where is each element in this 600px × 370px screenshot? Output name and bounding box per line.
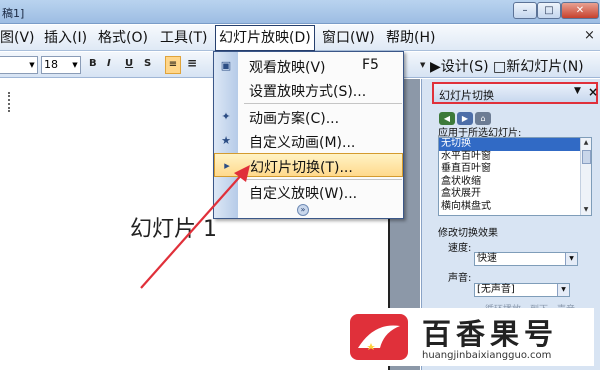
menu-tools[interactable]: 工具(T) [160,25,207,51]
list-item[interactable]: 盒状收缩 [439,176,591,189]
menu-item-view-show[interactable]: ▣ 观看放映(V) F5 [214,54,403,78]
italic-button[interactable]: I [107,58,111,69]
title-bar: 稿1] – □ ✕ [0,0,600,24]
align-center-icon[interactable]: ≡ [187,56,197,70]
menu-format[interactable]: 格式(O) [98,25,148,51]
menu-item-label: 观看放映(V) [249,60,326,76]
expand-menu-icon[interactable]: » [297,204,309,216]
sound-label: 声音: [448,273,472,284]
modify-label: 修改切换效果 [438,228,498,239]
slide-title-text[interactable]: 幻灯片 1 [130,211,217,243]
chevron-down-icon[interactable]: ▼ [70,57,80,73]
watermark: 百香果号 huangjinbaixiangguo.com [346,308,594,366]
menu-item-animation-schemes[interactable]: ✦ 动画方案(C)... [214,105,403,129]
brand-name: 百香果号 [422,317,559,351]
menu-item-label: 自定义动画(M)... [249,135,356,151]
close-document-icon[interactable]: × [584,28,595,43]
list-item[interactable]: 水平百叶窗 [439,151,591,164]
maximize-button[interactable]: □ [537,2,561,19]
menu-item-label: 设置放映方式(S)... [249,84,367,100]
sound-value: [无声音] [477,284,515,295]
menu-separator [244,103,402,104]
design-button[interactable]: ▶设计(S) [430,56,489,76]
custom-animation-icon: ★ [221,134,231,147]
animation-scheme-icon: ✦ [221,110,231,123]
bold-button[interactable]: B [89,58,97,69]
list-item[interactable]: 横向棋盘式 [439,201,591,214]
align-left-button[interactable]: ≡ [165,56,181,74]
list-item[interactable]: 盒状展开 [439,188,591,201]
app-window: 稿1] – □ ✕ 图(V) 插入(I) 格式(O) 工具(T) 幻灯片放映(D… [0,0,600,370]
toolbar-options-icon[interactable]: ▼ [420,61,425,69]
menu-item-label: 幻灯片切换(T)... [250,160,353,176]
design-label: 设计(S) [440,59,489,75]
menu-insert[interactable]: 插入(I) [44,25,87,51]
slideshow-icon: ▣ [220,59,232,72]
new-slide-label: 新幻灯片(N) [506,59,584,75]
list-item[interactable]: 无切换 [439,138,591,151]
menu-slideshow[interactable]: 幻灯片放映(D) [215,25,315,51]
task-pane-header: 幻灯片切换 ▼ × [432,82,598,104]
chevron-down-icon[interactable]: ▼ [557,284,569,296]
new-slide-button[interactable]: □新幻灯片(N) [493,56,584,76]
transition-list[interactable]: 无切换 水平百叶窗 垂直百叶窗 盒状收缩 盒状展开 横向棋盘式 ▲ ▼ [438,137,592,216]
scroll-up-icon[interactable]: ▲ [581,138,591,148]
menu-item-slide-transition[interactable]: ▸ 幻灯片切换(T)... [214,153,403,177]
scroll-down-icon[interactable]: ▼ [581,205,591,215]
underline-button[interactable]: U [125,58,133,69]
chevron-down-icon[interactable]: ▼ [27,57,37,73]
task-pane-title: 幻灯片切换 [439,89,494,102]
menu-item-custom-animation[interactable]: ★ 自定义动画(M)... [214,129,403,153]
font-size-value: 18 [44,58,58,71]
speed-label: 速度: [448,243,472,254]
ruler-marker [8,92,10,112]
speed-select[interactable]: 快速 ▼ [474,252,578,266]
font-size-box[interactable]: 18 ▼ [41,56,81,74]
brand-logo-icon [350,314,408,360]
chevron-down-icon[interactable]: ▼ [565,253,577,265]
shadow-button[interactable]: S [144,58,151,69]
menu-item-custom-shows[interactable]: 自定义放映(W)... [214,180,403,204]
list-scrollbar[interactable]: ▲ ▼ [580,138,591,215]
sound-select[interactable]: [无声音] ▼ [474,283,570,297]
slideshow-menu: ▣ 观看放映(V) F5 设置放映方式(S)... ✦ 动画方案(C)... ★… [213,51,404,219]
speed-value: 快速 [477,253,497,264]
task-pane-menu-icon[interactable]: ▼ [574,86,581,96]
window-title: 稿1] [2,7,25,20]
close-window-button[interactable]: ✕ [561,2,599,19]
menu-bar: 图(V) 插入(I) 格式(O) 工具(T) 幻灯片放映(D) 窗口(W) 帮助… [0,25,600,51]
brand-url: huangjinbaixiangguo.com [422,350,552,361]
menu-view[interactable]: 图(V) [0,25,35,51]
menu-window[interactable]: 窗口(W) [322,25,375,51]
list-item[interactable]: 垂直百叶窗 [439,163,591,176]
slide-transition-icon: ▸ [224,159,230,172]
menu-item-shortcut: F5 [362,57,379,73]
menu-help[interactable]: 帮助(H) [386,25,435,51]
scroll-thumb[interactable] [582,150,591,164]
minimize-button[interactable]: – [513,2,537,19]
menu-item-label: 动画方案(C)... [249,111,340,127]
task-pane-nav: ◀ ▶ ⌂ [439,106,493,125]
menu-item-setup-show[interactable]: 设置放映方式(S)... [214,78,403,102]
font-name-box[interactable]: ▼ [0,56,38,74]
task-pane-close-icon[interactable]: × [588,85,598,99]
menu-item-label: 自定义放映(W)... [249,186,358,202]
